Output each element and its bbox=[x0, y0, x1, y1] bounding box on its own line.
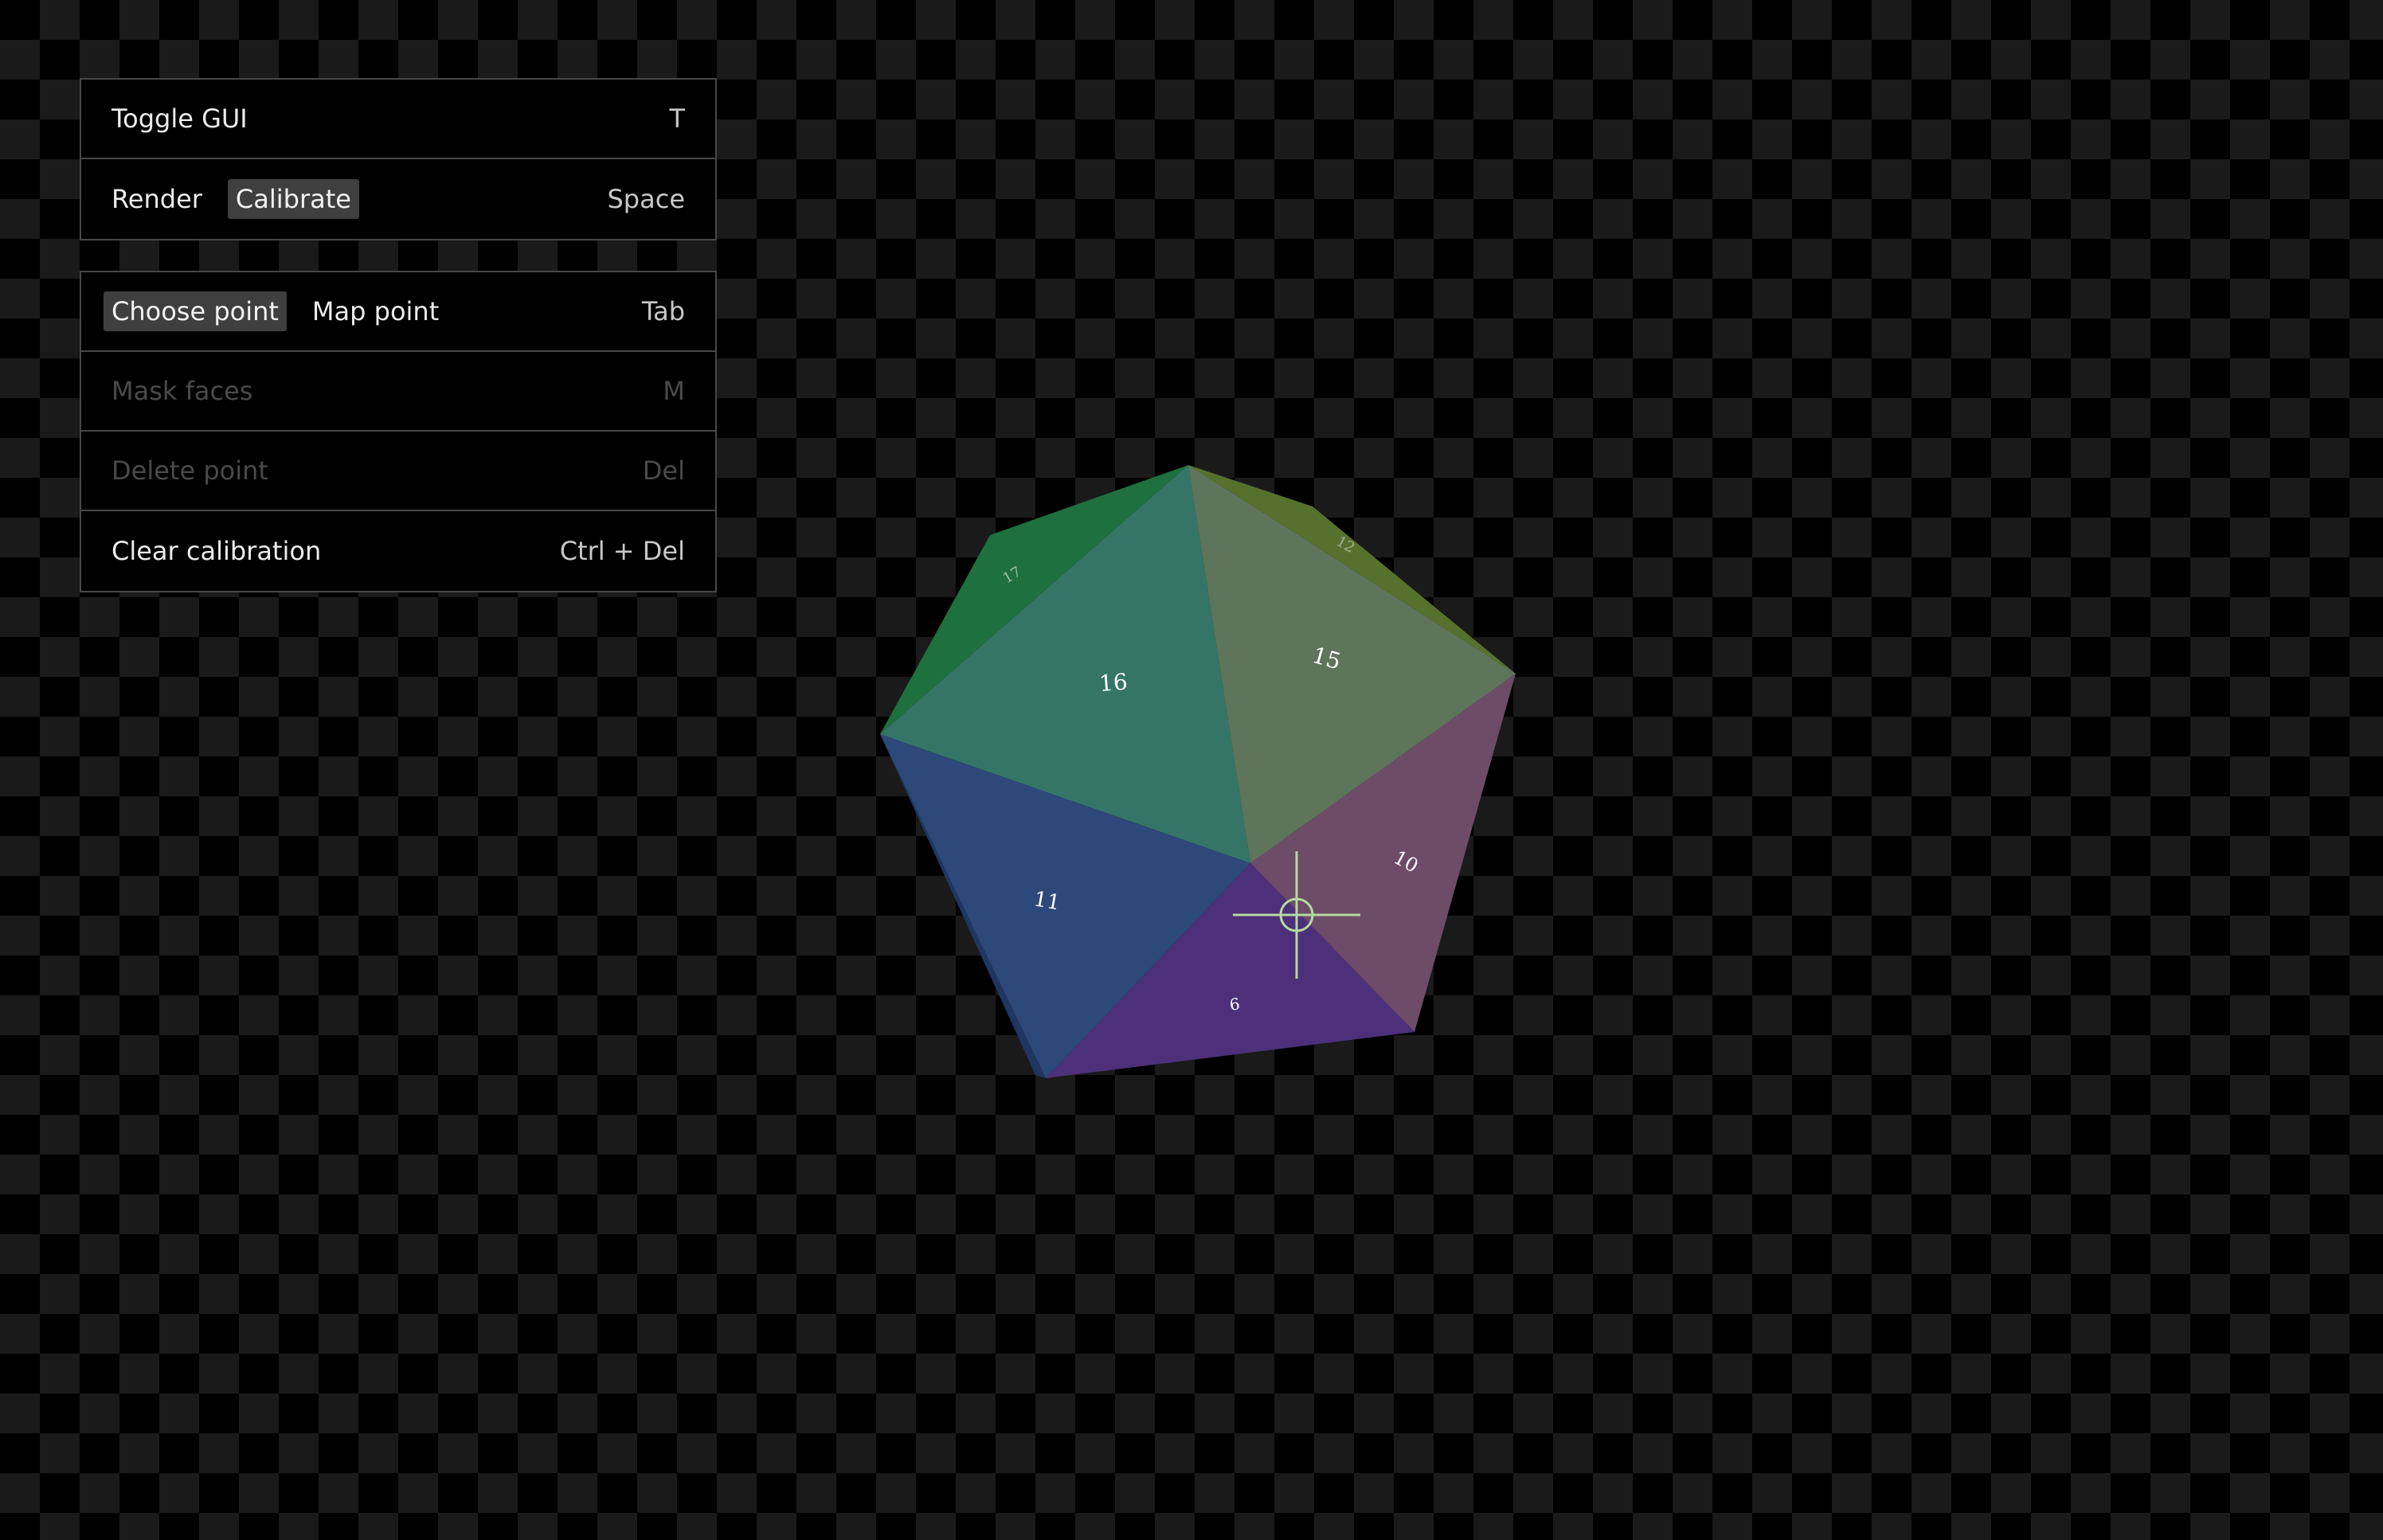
gui-panel: Toggle GUI T Render Calibrate Space bbox=[80, 78, 717, 240]
mask-faces-label: Mask faces bbox=[112, 376, 253, 406]
toggle-gui-shortcut: T bbox=[669, 104, 685, 134]
face-number-16: 16 bbox=[1098, 669, 1129, 697]
mode-shortcut: Space bbox=[607, 184, 685, 214]
mask-faces-row[interactable]: Mask faces M bbox=[81, 352, 715, 432]
calibration-panel: Choose point Map point Tab Mask faces M … bbox=[80, 271, 717, 592]
face-number-11: 11 bbox=[1032, 887, 1062, 915]
mode-row: Render Calibrate Space bbox=[81, 159, 715, 239]
point-mode-row: Choose point Map point Tab bbox=[81, 272, 715, 352]
point-mode-option-choose[interactable]: Choose point bbox=[104, 291, 287, 331]
delete-point-label: Delete point bbox=[112, 455, 268, 486]
toggle-gui-row[interactable]: Toggle GUI T bbox=[81, 80, 715, 159]
clear-calibration-label: Clear calibration bbox=[112, 536, 322, 566]
point-mode-option-map[interactable]: Map point bbox=[304, 291, 447, 331]
delete-point-row[interactable]: Delete point Del bbox=[81, 432, 715, 511]
mask-faces-shortcut: M bbox=[663, 376, 685, 406]
delete-point-shortcut: Del bbox=[642, 455, 685, 486]
point-mode-shortcut: Tab bbox=[641, 296, 685, 326]
mode-option-calibrate[interactable]: Calibrate bbox=[227, 179, 359, 219]
mode-option-render[interactable]: Render bbox=[104, 179, 210, 219]
toggle-gui-label: Toggle GUI bbox=[112, 104, 248, 134]
clear-calibration-row[interactable]: Clear calibration Ctrl + Del bbox=[81, 511, 715, 591]
clear-calibration-shortcut: Ctrl + Del bbox=[559, 536, 685, 566]
